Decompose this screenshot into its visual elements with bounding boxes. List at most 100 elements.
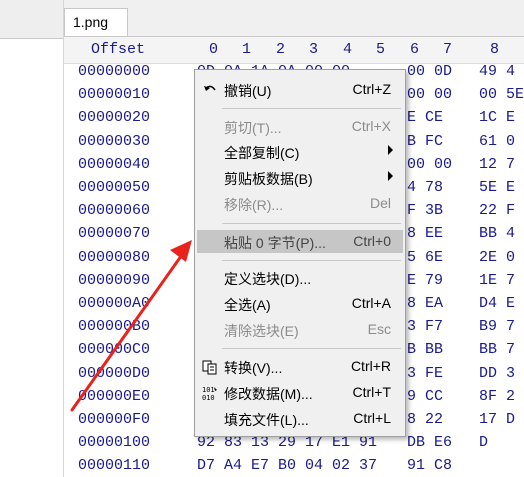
hex-bytes-mid: 00 0D — [407, 63, 453, 80]
hex-bytes-mid: E 79 — [407, 271, 444, 289]
hex-bytes-right: 00 5E — [479, 86, 524, 104]
hex-bytes-mid: F 3B — [407, 202, 444, 220]
offset-cell: 00000100 — [78, 434, 151, 452]
hex-bytes-mid: 4 78 — [407, 179, 444, 196]
hex-bytes-left: D7 A4 E7 B0 04 02 37 — [197, 457, 378, 475]
hex-bytes-right: D — [479, 434, 489, 452]
menu-shortcut: Ctrl+T — [352, 384, 392, 400]
offset-cell: 00000000 — [78, 63, 151, 80]
menu-label: 转换(V)... — [224, 360, 283, 376]
svg-text:101: 101 — [202, 386, 215, 394]
menu-label: 全部复制(C) — [224, 145, 300, 161]
submenu-arrow-icon — [388, 171, 393, 181]
offset-header: Offset — [91, 41, 146, 58]
menu-separator — [222, 260, 401, 261]
menu-shortcut: Ctrl+0 — [353, 233, 391, 249]
col-header: 5 — [376, 41, 386, 58]
menu-label: 填充文件(L)... — [224, 412, 309, 428]
offset-cell: 000000C0 — [78, 341, 151, 359]
convert-icon — [202, 360, 217, 375]
menu-shortcut: Ctrl+R — [350, 358, 391, 374]
hex-bytes-right: 61 0 — [479, 132, 516, 150]
menu-item-copy-all[interactable]: 全部复制(C) — [197, 140, 403, 163]
menu-label: 清除选块(E) — [224, 323, 299, 339]
offset-cell: 000000D0 — [78, 364, 151, 382]
hex-row[interactable]: 00000110 D7 A4 E7 B0 04 02 37 91 C8 — [64, 457, 524, 477]
tab-bar: 1.png — [64, 0, 524, 37]
hex-bytes-mid: 8 EE — [407, 225, 444, 243]
menu-item-undo[interactable]: 撤销(U) Ctrl+Z — [197, 78, 403, 101]
offset-cell: 00000010 — [78, 86, 151, 104]
context-menu: 撤销(U) Ctrl+Z 剪切(T)... Ctrl+X 全部复制(C) 剪贴板… — [194, 69, 406, 437]
hex-bytes-right: D4 E — [479, 295, 516, 312]
offset-cell: 000000E0 — [78, 387, 151, 405]
col-header: 1 — [242, 41, 252, 58]
menu-label: 粘贴 0 字节(P)... — [224, 235, 326, 251]
hex-bytes-right: 49 4 — [479, 63, 516, 80]
left-panel-header — [0, 0, 63, 39]
offset-cell: 00000080 — [78, 248, 151, 266]
menu-shortcut: Del — [369, 195, 391, 211]
menu-label: 定义选块(D)... — [224, 271, 312, 287]
offset-cell: 000000F0 — [78, 411, 151, 428]
menu-label: 移除(R)... — [224, 197, 284, 213]
hex-bytes-right: 1E 7 — [479, 271, 516, 289]
hex-bytes-mid: 5 6E — [407, 248, 444, 266]
hex-bytes-mid: DB E6 — [407, 434, 453, 452]
col-header: 3 — [309, 41, 319, 58]
offset-cell: 00000090 — [78, 271, 151, 289]
hex-bytes-right: BB 7 — [479, 341, 516, 359]
col-header: 2 — [276, 41, 286, 58]
tab-file[interactable]: 1.png — [64, 8, 128, 36]
offset-cell: 000000A0 — [78, 295, 151, 312]
hex-bytes-right: DD 3 — [479, 364, 516, 382]
col-header: 8 — [490, 41, 500, 58]
hex-bytes-mid: 3 FE — [407, 364, 444, 382]
menu-shortcut: Ctrl+L — [353, 410, 391, 426]
submenu-arrow-icon — [388, 145, 393, 155]
menu-separator — [222, 223, 401, 224]
hex-bytes-right: 12 7 — [479, 155, 516, 173]
col-header: 6 — [410, 41, 420, 58]
hex-bytes-mid: B FC — [407, 132, 444, 150]
hex-bytes-right: 17 D — [479, 411, 516, 428]
menu-item-remove[interactable]: 移除(R)... Del — [197, 192, 403, 215]
hex-bytes-mid: 00 00 — [407, 86, 453, 104]
menu-item-clear-block[interactable]: 清除选块(E) Esc — [197, 318, 403, 341]
hex-bytes-right: 22 F — [479, 202, 516, 220]
menu-item-paste[interactable]: 粘贴 0 字节(P)... Ctrl+0 — [197, 230, 403, 253]
menu-item-cut[interactable]: 剪切(T)... Ctrl+X — [197, 115, 403, 138]
menu-shortcut: Esc — [367, 321, 391, 337]
menu-label: 修改数据(M)... — [224, 386, 313, 402]
hex-bytes-mid: 3 F7 — [407, 318, 444, 336]
col-header: 0 — [209, 41, 219, 58]
menu-shortcut: Ctrl+Z — [352, 81, 392, 97]
menu-item-convert[interactable]: 转换(V)... Ctrl+R — [197, 355, 403, 378]
left-panel — [0, 0, 64, 477]
undo-icon — [204, 85, 216, 91]
menu-label: 全选(A) — [224, 297, 271, 313]
hex-bytes-right: 1C E — [479, 109, 516, 127]
hex-bytes-mid: 8 22 — [407, 411, 444, 428]
menu-item-define-block[interactable]: 定义选块(D)... — [197, 266, 403, 289]
offset-cell: 00000020 — [78, 109, 151, 127]
menu-item-fill-file[interactable]: 填充文件(L)... Ctrl+L — [197, 407, 403, 430]
menu-item-select-all[interactable]: 全选(A) Ctrl+A — [197, 292, 403, 315]
menu-shortcut: Ctrl+A — [351, 295, 391, 311]
col-header: 7 — [443, 41, 453, 58]
col-header: 4 — [343, 41, 353, 58]
hex-bytes-mid: 91 C8 — [407, 457, 453, 475]
menu-item-modify-data[interactable]: 101 010 修改数据(M)... Ctrl+T — [197, 381, 403, 404]
svg-text:010: 010 — [202, 394, 215, 401]
menu-item-clipboard-data[interactable]: 剪贴板数据(B) — [197, 166, 403, 189]
hex-bytes-mid: 00 00 — [407, 155, 453, 173]
offset-cell: 00000070 — [78, 225, 151, 243]
menu-label: 剪贴板数据(B) — [224, 171, 313, 187]
binary-icon: 101 010 — [202, 386, 217, 401]
hex-row[interactable]: 00000100 92 83 13 29 17 E1 91 DB E6 D — [64, 434, 524, 457]
offset-cell: 00000060 — [78, 202, 151, 220]
hex-bytes-right: 2E 0 — [479, 248, 516, 266]
hex-column-header: Offset 0 1 2 3 4 5 6 7 8 — [64, 37, 524, 64]
hex-bytes-mid: 8 EA — [407, 295, 444, 312]
menu-label: 剪切(T)... — [224, 120, 282, 136]
